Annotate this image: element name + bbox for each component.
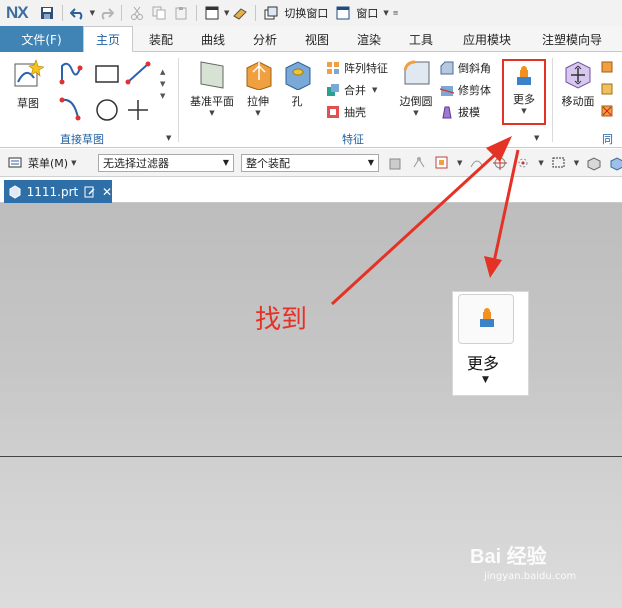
watermark-brand: Bai 经验	[470, 546, 547, 568]
watermark-url: jingyan.baidu.com	[484, 571, 577, 582]
arrow-to-callout	[484, 149, 520, 278]
arrow-to-more-button	[330, 136, 512, 306]
annotation-arrows	[330, 136, 520, 306]
baidu-jingyan-watermark: Bai 经验 jingyan.baidu.com	[470, 540, 576, 582]
